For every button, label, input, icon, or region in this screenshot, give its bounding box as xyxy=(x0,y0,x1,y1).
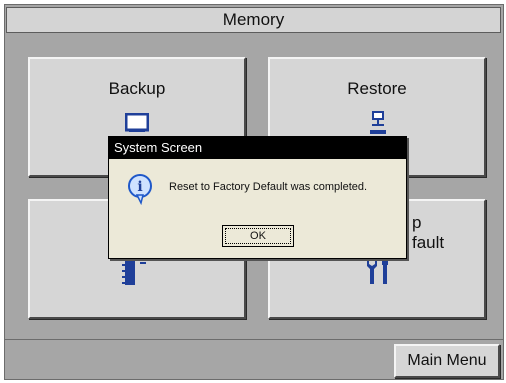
backup-monitor-icon xyxy=(125,113,149,132)
restore-transfer-icon xyxy=(370,111,386,134)
page-title: Memory xyxy=(6,7,501,33)
tools-icon xyxy=(367,259,388,284)
footer-divider xyxy=(4,339,504,340)
factory-default-label-line2: fault xyxy=(412,233,445,252)
ok-button[interactable]: OK xyxy=(222,225,294,247)
restore-label: Restore xyxy=(347,79,407,98)
dialog-message: Reset to Factory Default was completed. xyxy=(169,181,368,193)
main-menu-button[interactable]: Main Menu xyxy=(394,344,500,378)
info-icon: i xyxy=(128,174,152,205)
factory-default-label-line1: p xyxy=(412,213,422,232)
svg-text:i: i xyxy=(137,179,142,195)
backup-label: Backup xyxy=(108,79,166,98)
dialog-title: System Screen xyxy=(109,137,406,159)
system-dialog: System Screen i Reset to Factory Default… xyxy=(108,136,407,259)
